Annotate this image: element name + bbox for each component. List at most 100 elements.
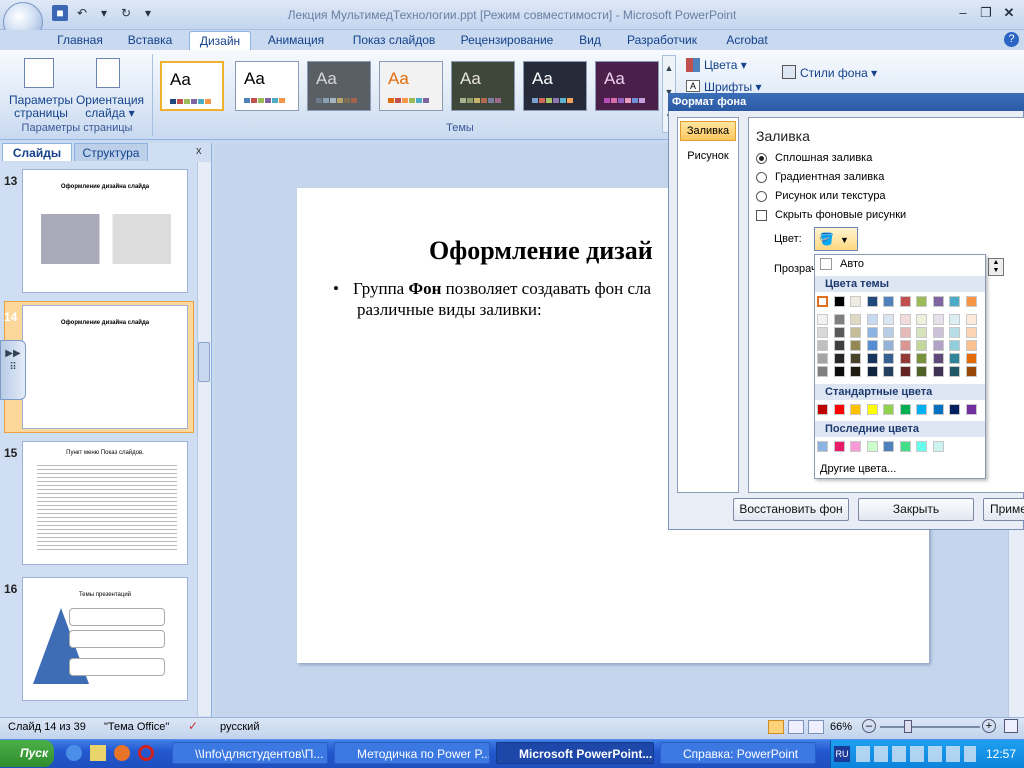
- theme-shade-swatch[interactable]: [900, 366, 911, 377]
- theme-thumbnail[interactable]: Aa: [235, 61, 299, 111]
- transparency-spinner[interactable]: ▲ ▼: [988, 258, 1004, 276]
- zoom-thumb[interactable]: [904, 720, 912, 733]
- standard-color-swatch[interactable]: [867, 404, 878, 415]
- quicklaunch-explorer-icon[interactable]: [90, 745, 106, 761]
- recent-color-swatch[interactable]: [916, 441, 927, 452]
- theme-shade-swatch[interactable]: [817, 327, 828, 338]
- theme-shade-swatch[interactable]: [850, 353, 861, 364]
- zoom-in-icon[interactable]: +: [982, 719, 996, 733]
- tab-home[interactable]: Главная: [50, 31, 110, 50]
- orientation-button[interactable]: Ориентация слайда ▾: [74, 94, 146, 120]
- tab-outline-panel[interactable]: Структура: [74, 143, 148, 161]
- theme-shade-swatch[interactable]: [916, 327, 927, 338]
- theme-shade-swatch[interactable]: [817, 314, 828, 325]
- theme-shade-swatch[interactable]: [883, 327, 894, 338]
- theme-shade-swatch[interactable]: [850, 314, 861, 325]
- standard-color-swatch[interactable]: [966, 404, 977, 415]
- theme-shade-swatch[interactable]: [916, 353, 927, 364]
- theme-shade-swatch[interactable]: [850, 327, 861, 338]
- save-icon[interactable]: ■: [52, 5, 68, 21]
- theme-shade-swatch[interactable]: [916, 340, 927, 351]
- theme-shade-swatch[interactable]: [900, 314, 911, 325]
- theme-shade-swatch[interactable]: [883, 314, 894, 325]
- recent-color-swatch[interactable]: [867, 441, 878, 452]
- zoom-slider[interactable]: [880, 726, 980, 728]
- quicklaunch-opera-icon[interactable]: [138, 745, 154, 761]
- taskbar-item-help[interactable]: Справка: PowerPoint: [660, 742, 816, 764]
- theme-color-swatch[interactable]: [933, 296, 944, 307]
- color-picker-button[interactable]: 🪣 ▼: [814, 227, 858, 251]
- nav-picture[interactable]: Рисунок: [680, 150, 736, 162]
- theme-thumbnail[interactable]: Aa: [307, 61, 371, 111]
- apply-all-button[interactable]: Приме: [983, 498, 1024, 521]
- theme-color-swatch[interactable]: [867, 296, 878, 307]
- close-button[interactable]: ✕: [998, 4, 1020, 22]
- panel-collapse-handle[interactable]: ▶▶ ⠿: [0, 340, 26, 400]
- zoom-level[interactable]: 66%: [830, 721, 852, 733]
- tray-icons[interactable]: [856, 746, 976, 762]
- tab-review[interactable]: Рецензирование: [453, 31, 561, 50]
- theme-color-swatch[interactable]: [966, 296, 977, 307]
- customize-icon[interactable]: ▾: [140, 5, 156, 21]
- maximize-button[interactable]: ❐: [975, 4, 997, 22]
- theme-shade-swatch[interactable]: [949, 366, 960, 377]
- theme-thumbnail[interactable]: Aa: [160, 61, 224, 111]
- slide-thumbnail-13[interactable]: Оформление дизайна слайда: [22, 169, 188, 293]
- theme-shade-swatch[interactable]: [916, 314, 927, 325]
- theme-shade-swatch[interactable]: [867, 366, 878, 377]
- theme-shade-swatch[interactable]: [817, 353, 828, 364]
- panel-close-icon[interactable]: x: [196, 145, 202, 157]
- theme-shade-swatch[interactable]: [966, 353, 977, 364]
- recent-color-swatch[interactable]: [900, 441, 911, 452]
- theme-shade-swatch[interactable]: [966, 366, 977, 377]
- recent-color-swatch[interactable]: [850, 441, 861, 452]
- recent-color-swatch[interactable]: [883, 441, 894, 452]
- language[interactable]: русский: [220, 721, 259, 733]
- theme-shade-swatch[interactable]: [949, 327, 960, 338]
- scroll-thumb[interactable]: [198, 342, 210, 382]
- theme-shade-swatch[interactable]: [883, 353, 894, 364]
- slide-thumbnail-14[interactable]: Оформление дизайна слайда: [22, 305, 188, 429]
- taskbar-item-folder[interactable]: \\Info\длястудентов\П...: [172, 742, 328, 764]
- theme-shade-swatch[interactable]: [883, 340, 894, 351]
- standard-color-swatch[interactable]: [834, 404, 845, 415]
- theme-shade-swatch[interactable]: [949, 353, 960, 364]
- theme-shade-swatch[interactable]: [949, 340, 960, 351]
- theme-shade-swatch[interactable]: [834, 366, 845, 377]
- vertical-scrollbar[interactable]: [1008, 530, 1024, 717]
- theme-shade-swatch[interactable]: [834, 340, 845, 351]
- theme-shade-swatch[interactable]: [817, 366, 828, 377]
- theme-shade-swatch[interactable]: [867, 314, 878, 325]
- tab-slides-panel[interactable]: Слайды: [2, 143, 72, 161]
- quicklaunch-firefox-icon[interactable]: [114, 745, 130, 761]
- help-icon[interactable]: ?: [1004, 32, 1019, 47]
- slideshow-view-icon[interactable]: [808, 720, 824, 734]
- more-colors-option[interactable]: Другие цвета...: [820, 463, 896, 475]
- opt-solid-fill[interactable]: Сплошная заливка: [756, 152, 872, 164]
- theme-colors-button[interactable]: Цвета ▾: [704, 58, 747, 72]
- slide-thumbnail-16[interactable]: Темы презентаций: [22, 577, 188, 701]
- theme-shade-swatch[interactable]: [933, 327, 944, 338]
- theme-shade-swatch[interactable]: [834, 314, 845, 325]
- theme-shade-swatch[interactable]: [900, 327, 911, 338]
- theme-shade-swatch[interactable]: [966, 327, 977, 338]
- theme-shade-swatch[interactable]: [867, 353, 878, 364]
- theme-color-swatch[interactable]: [883, 296, 894, 307]
- slide-title[interactable]: Оформление дизай: [429, 236, 653, 266]
- theme-shade-swatch[interactable]: [966, 314, 977, 325]
- theme-shade-swatch[interactable]: [949, 314, 960, 325]
- standard-color-swatch[interactable]: [883, 404, 894, 415]
- slide-thumbnail-15[interactable]: Пункт меню Показ слайдов.: [22, 441, 188, 565]
- undo-icon[interactable]: ↶: [74, 5, 90, 21]
- sorter-view-icon[interactable]: [788, 720, 804, 734]
- tab-insert[interactable]: Вставка: [118, 31, 182, 50]
- standard-color-swatch[interactable]: [900, 404, 911, 415]
- slide-body[interactable]: • Группа Фон позволяет создавать фон сла …: [333, 278, 651, 320]
- theme-thumbnail[interactable]: Aa: [451, 61, 515, 111]
- page-setup-button[interactable]: Параметры страницы: [6, 94, 76, 120]
- theme-shade-swatch[interactable]: [933, 353, 944, 364]
- tab-view[interactable]: Вид: [570, 31, 610, 50]
- background-styles-button[interactable]: Стили фона ▾: [800, 66, 877, 80]
- theme-shade-swatch[interactable]: [916, 366, 927, 377]
- tab-slideshow[interactable]: Показ слайдов: [344, 31, 444, 50]
